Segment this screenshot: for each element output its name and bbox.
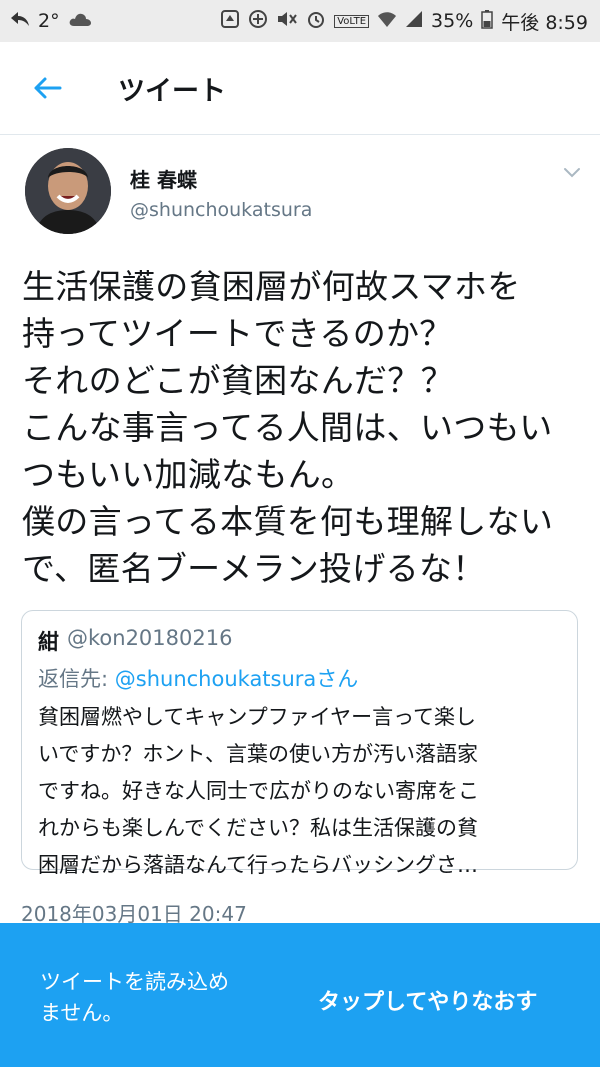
- avatar-photo: [25, 148, 111, 234]
- error-message: ツイートを読み込め ません。: [40, 967, 229, 1029]
- cloud-icon: [68, 11, 92, 32]
- quoted-tweet-text: 貧困層燃やしてキャンプファイヤー言って楽し いですか？ホント、言葉の使い方が汚い…: [38, 699, 568, 884]
- tweet-text-line: 生活保護の貧困層が何故スマホを: [22, 267, 521, 306]
- tweet-text-line: で、匿名ブーメラン投げるな！: [22, 549, 486, 588]
- tweet-text-line: 持ってツイートできるのか？: [22, 314, 453, 353]
- tweet-text-line: それのどこが貧困なんだ？？: [22, 361, 454, 400]
- quoted-author-name: 紺: [38, 630, 59, 654]
- chevron-down-icon[interactable]: [560, 160, 584, 184]
- tweet-text-line: こんな事言ってる人間は、いつもい: [22, 408, 553, 447]
- error-message-line: ません。: [40, 1001, 124, 1025]
- status-bar: 2° VoLTE 35% 午後 8:59: [0, 0, 600, 42]
- author-name[interactable]: 桂 春蝶: [130, 164, 197, 193]
- app-header: ツイート: [0, 42, 600, 135]
- quoted-reply-to: 返信先: @shunchoukatsuraさん: [38, 663, 358, 693]
- load-error-banner[interactable]: ツイートを読み込め ません。 タップしてやりなおす: [0, 923, 600, 1067]
- reply-prefix: 返信先:: [38, 667, 115, 691]
- share-arrow-icon: [10, 10, 30, 33]
- author-handle[interactable]: @shunchoukatsura: [130, 199, 312, 221]
- quoted-tweet-card[interactable]: 紺 @kon20180216 返信先: @shunchoukatsuraさん 貧…: [21, 610, 578, 877]
- recycle-icon: [220, 9, 240, 34]
- back-button[interactable]: [30, 71, 64, 105]
- tweet-text-line: つもいい加減なもん。: [22, 455, 355, 494]
- wifi-icon: [377, 10, 397, 33]
- volte-badge: VoLTE: [334, 14, 370, 28]
- avatar[interactable]: [25, 148, 111, 234]
- error-message-line: ツイートを読み込め: [40, 970, 229, 994]
- tweet-text-line: 僕の言ってる本質を何も理解しない: [22, 502, 554, 541]
- mute-icon: [276, 9, 298, 34]
- quoted-text-line: 貧困層燃やしてキャンプファイヤー言って楽し: [38, 705, 477, 729]
- clock-time: 午後 8:59: [501, 11, 588, 34]
- reply-to-handle[interactable]: @shunchoukatsuraさん: [115, 667, 359, 691]
- quoted-text-line: いですか？ホント、言葉の使い方が汚い落語家: [38, 742, 478, 766]
- quoted-author-handle: @kon20180216: [67, 626, 233, 650]
- quoted-text-line: ですね。好きな人同士で広がりのない寄席をこ: [38, 779, 479, 803]
- quoted-text-line: れからも楽しんでください？私は生活保護の貧: [38, 816, 478, 840]
- signal-icon: [405, 10, 423, 33]
- temperature-text: 2°: [38, 10, 60, 32]
- alarm-icon: [306, 9, 326, 34]
- tweet-text: 生活保護の貧困層が何故スマホを 持ってツイートできるのか？ それのどこが貧困なん…: [22, 263, 592, 592]
- battery-icon: [481, 9, 494, 34]
- quoted-text-line: 困層だから落語なんて行ったらバッシングさ…: [38, 853, 478, 877]
- data-saver-icon: [248, 9, 268, 34]
- retry-button[interactable]: タップしてやりなおす: [318, 984, 537, 1016]
- back-arrow-icon: [34, 77, 62, 99]
- page-title: ツイート: [118, 75, 226, 107]
- battery-percent: 35%: [431, 10, 474, 32]
